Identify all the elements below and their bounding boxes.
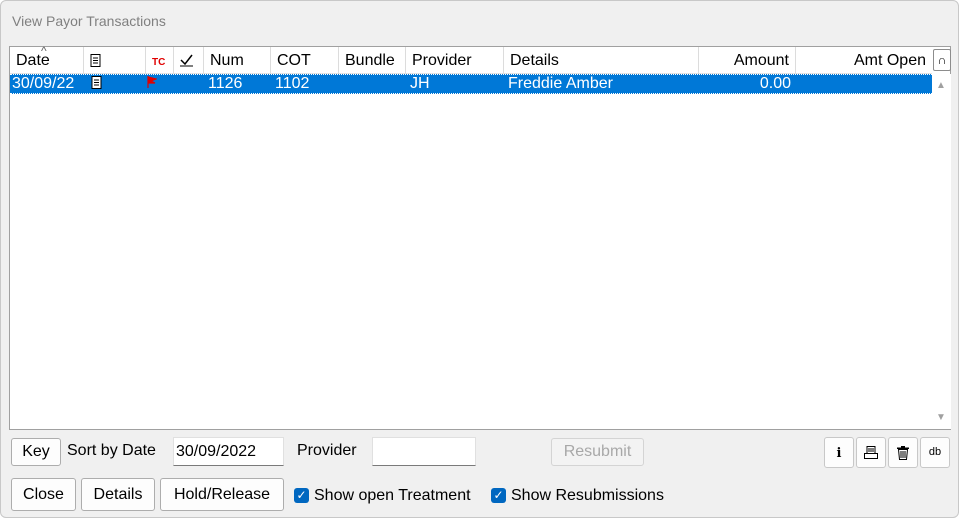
key-button[interactable]: Key [11,438,61,466]
date-input[interactable]: 30/09/2022 [173,437,284,466]
vertical-scrollbar[interactable]: ▲ ▼ [932,74,951,429]
row-amt-open [796,75,926,93]
checkmark-icon [180,54,193,71]
red-flag-icon [147,75,158,93]
row-details: Freddie Amber [508,75,613,92]
window-title: View Payor Transactions [12,13,166,29]
column-header-date[interactable]: ^ Date [10,44,84,74]
row-date: 30/09/22 [12,75,75,92]
scroll-up-icon[interactable]: ▲ [936,80,946,91]
refresh-icon[interactable]: ∩ [933,49,951,71]
trash-icon[interactable] [888,437,918,468]
column-header-tc[interactable]: TC [146,47,174,74]
transactions-grid[interactable]: ^ Date TC Num COT Bundle Provider Detail… [9,44,951,430]
details-button[interactable]: Details [81,478,155,511]
column-header-bundle[interactable]: Bundle [339,47,406,74]
info-icon[interactable]: i [824,437,854,468]
table-row[interactable]: 30/09/22 1126 1102 JH Freddie Amber 0.00 [10,74,932,94]
row-num: 1126 [208,75,243,92]
resubmit-button[interactable]: Resubmit [551,438,644,466]
close-button[interactable]: Close [11,478,76,511]
provider-input[interactable] [372,437,476,466]
row-amount: 0.00 [759,75,791,92]
sort-by-date-label: Sort by Date [67,442,156,459]
sort-ascending-icon: ^ [41,44,47,58]
column-header-provider[interactable]: Provider [406,47,504,74]
scroll-down-icon[interactable]: ▼ [936,412,946,423]
row-cot: 1102 [275,75,310,92]
hold-release-button[interactable]: Hold/Release [160,478,284,511]
column-header-checked[interactable] [174,47,204,74]
column-header-num[interactable]: Num [204,47,271,74]
show-resubmissions-label: Show Resubmissions [511,487,664,504]
show-resubmissions-checkbox[interactable]: ✓ [491,488,506,503]
document-icon [90,54,102,71]
column-header-cot[interactable]: COT [271,47,339,74]
column-header-amount[interactable]: Amount [699,47,796,74]
grid-header: ^ Date TC Num COT Bundle Provider Detail… [10,44,932,74]
column-header-amt-open[interactable]: Amt Open [796,47,932,74]
column-header-details[interactable]: Details [504,47,699,74]
show-open-treatment-checkbox[interactable]: ✓ [294,488,309,503]
view-payor-transactions-window: View Payor Transactions ^ Date TC Num CO… [0,0,959,518]
document-icon [91,75,103,93]
row-provider: JH [410,75,430,92]
show-open-treatment-label: Show open Treatment [314,487,471,504]
provider-label: Provider [297,442,357,459]
database-button[interactable]: db [920,437,950,468]
print-icon[interactable] [856,437,886,468]
column-header-document[interactable] [84,47,146,74]
